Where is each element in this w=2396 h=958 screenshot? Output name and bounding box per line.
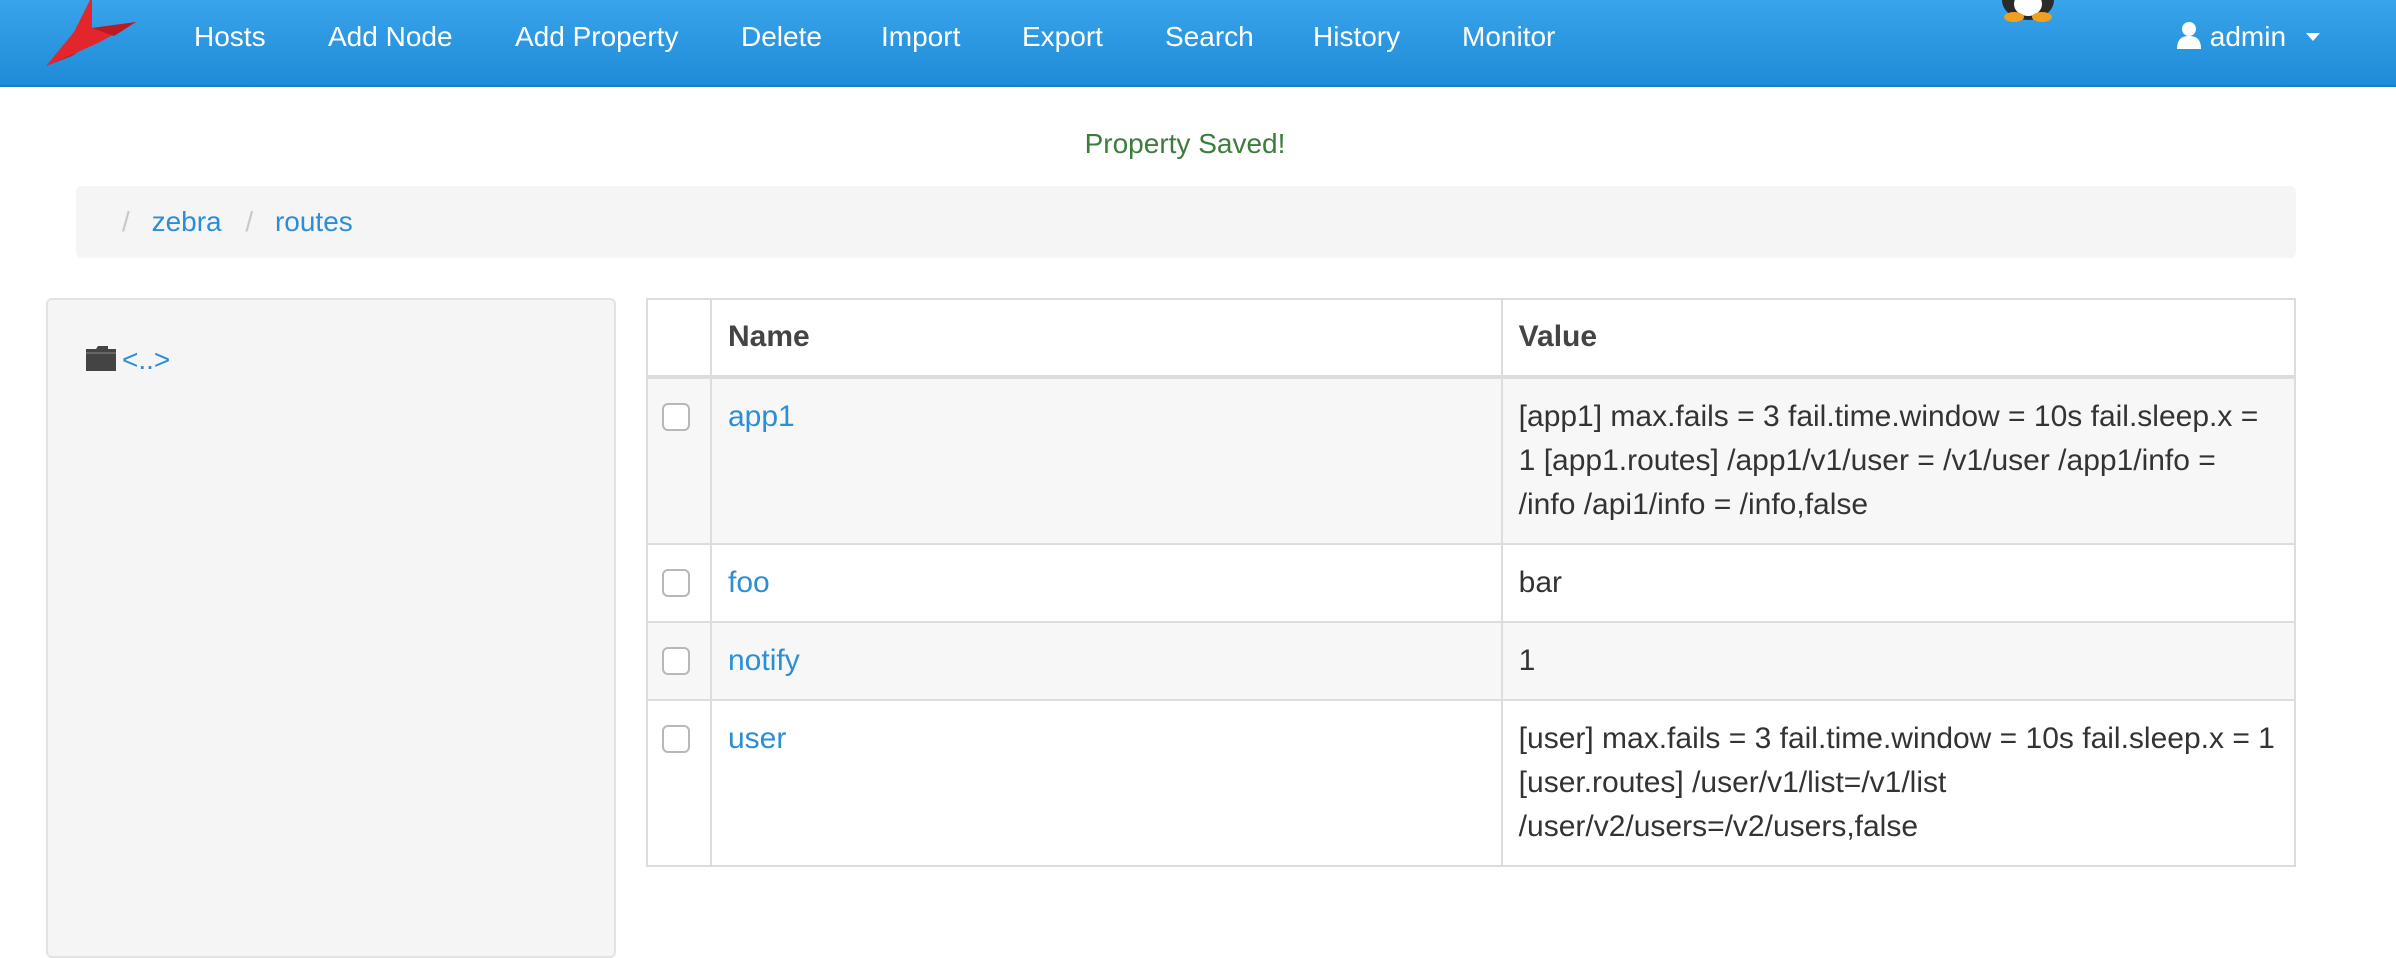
table-row: foo bar xyxy=(646,543,2297,623)
property-name-link[interactable]: user xyxy=(728,722,786,755)
sidebar-tree: <..> xyxy=(46,298,616,958)
value-cell: 1 xyxy=(1500,621,2297,701)
row-checkbox[interactable] xyxy=(662,569,690,597)
row-select-cell xyxy=(646,543,712,623)
row-select-cell xyxy=(646,621,712,701)
property-value: [user] max.fails = 3 fail.time.window = … xyxy=(1518,722,2275,843)
breadcrumb: / zebra / routes xyxy=(76,186,2296,258)
row-select-cell xyxy=(646,376,712,545)
value-cell: bar xyxy=(1500,543,2297,623)
table-header-row: Name Value xyxy=(646,298,2297,379)
user-menu[interactable]: admin xyxy=(2176,19,2320,55)
property-value: bar xyxy=(1518,566,1563,599)
nav-export[interactable]: Export xyxy=(1022,19,1103,55)
row-checkbox[interactable] xyxy=(662,647,690,675)
nav-import[interactable]: Import xyxy=(881,19,960,55)
chevron-down-icon xyxy=(2305,33,2320,41)
nav-search[interactable]: Search xyxy=(1165,19,1254,55)
name-column-header: Name xyxy=(709,298,1503,379)
name-cell: user xyxy=(709,699,1503,867)
property-name-link[interactable]: foo xyxy=(728,566,770,599)
table-row: app1 [app1] max.fails = 3 fail.time.wind… xyxy=(646,376,2297,545)
top-navbar: Hosts Add Node Add Property Delete Impor… xyxy=(0,0,2396,87)
user-name: admin xyxy=(2209,21,2287,52)
name-cell: app1 xyxy=(709,376,1503,545)
property-table: Name Value app1 [app1] max.fails = 3 fai… xyxy=(646,298,2297,867)
name-cell: notify xyxy=(709,621,1503,701)
parent-folder-label: <..> xyxy=(122,344,171,375)
select-column-header xyxy=(646,298,712,379)
status-message: Property Saved! xyxy=(1084,128,1286,159)
value-cell: [app1] max.fails = 3 fail.time.window = … xyxy=(1500,376,2297,545)
row-checkbox[interactable] xyxy=(662,725,690,753)
user-icon xyxy=(2177,22,2201,49)
breadcrumb-item-zebra[interactable]: zebra xyxy=(152,206,222,237)
nav-monitor[interactable]: Monitor xyxy=(1462,19,1555,55)
name-cell: foo xyxy=(709,543,1503,623)
property-table-container: Name Value app1 [app1] max.fails = 3 fai… xyxy=(646,298,2297,867)
breadcrumb-item-routes[interactable]: routes xyxy=(275,206,353,237)
property-name-link[interactable]: app1 xyxy=(728,400,795,433)
property-value: [app1] max.fails = 3 fail.time.window = … xyxy=(1518,400,2259,521)
penguin-mascot-icon xyxy=(2002,0,2054,22)
table-row: user [user] max.fails = 3 fail.time.wind… xyxy=(646,699,2297,867)
property-name-link[interactable]: notify xyxy=(728,644,800,677)
nav-delete[interactable]: Delete xyxy=(741,19,822,55)
property-value: 1 xyxy=(1518,644,1536,677)
breadcrumb-separator: / xyxy=(122,206,130,237)
nav-add-node[interactable]: Add Node xyxy=(328,19,453,55)
row-select-cell xyxy=(646,699,712,867)
folder-icon xyxy=(86,346,116,371)
value-cell: [user] max.fails = 3 fail.time.window = … xyxy=(1500,699,2297,867)
nav-add-property[interactable]: Add Property xyxy=(515,19,678,55)
parent-folder-link[interactable]: <..> xyxy=(86,344,170,376)
table-row: notify 1 xyxy=(646,621,2297,701)
nav-hosts[interactable]: Hosts xyxy=(194,19,266,55)
value-column-header: Value xyxy=(1500,298,2297,379)
nav-history[interactable]: History xyxy=(1313,19,1400,55)
bird-logo-icon[interactable] xyxy=(44,0,144,82)
breadcrumb-separator: / xyxy=(245,206,254,237)
row-checkbox[interactable] xyxy=(662,403,690,431)
